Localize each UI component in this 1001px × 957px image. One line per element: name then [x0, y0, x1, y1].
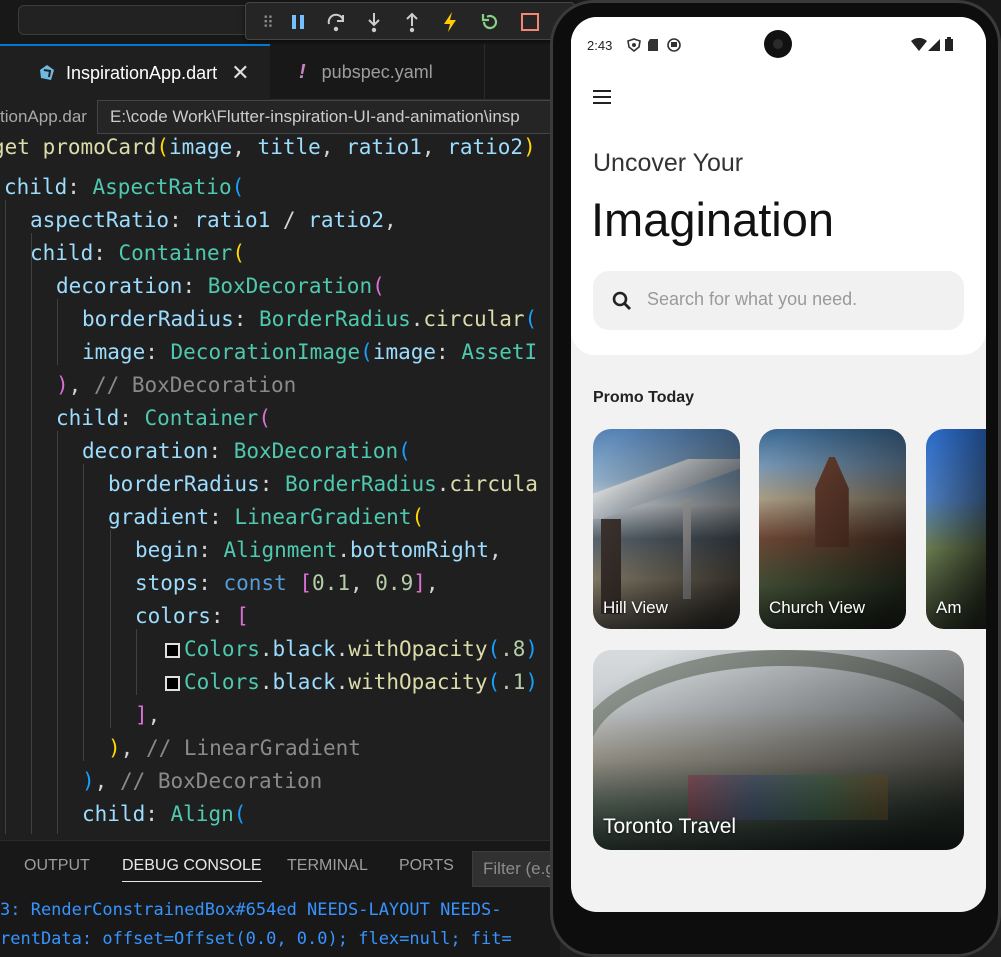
- promo-card-hill-view[interactable]: Hill View: [593, 429, 740, 629]
- code-line: get promoCard(image, title, ratio1, rati…: [0, 135, 536, 159]
- step-into-icon[interactable]: [360, 8, 388, 36]
- indent-guide: [5, 200, 6, 834]
- tab-debug-console[interactable]: DEBUG CONSOLE: [122, 857, 262, 882]
- console-line: 3: RenderConstrainedBox#654ed NEEDS-LAYO…: [0, 900, 502, 920]
- tab-label: pubspec.yaml: [321, 61, 433, 82]
- panel-tab-bar: OUTPUT DEBUG CONSOLE TERMINAL PORTS Filt…: [0, 840, 572, 896]
- card-label: Toronto Travel: [603, 815, 737, 838]
- battery-icon: [945, 37, 953, 51]
- tab-inspirationapp-dart[interactable]: InspirationApp.dart ✕: [0, 44, 270, 100]
- code-line: aspectRatio: ratio1 / ratio2,: [30, 208, 397, 232]
- indent-guide: [57, 299, 58, 365]
- close-icon[interactable]: ✕: [231, 60, 249, 86]
- card-label: Am: [936, 598, 962, 617]
- command-center[interactable]: [18, 5, 258, 35]
- code-line: child: Align(: [82, 802, 247, 826]
- code-line: colors: [: [135, 604, 249, 628]
- code-line: gradient: LinearGradient(: [108, 505, 425, 529]
- code-line: ), // BoxDecoration: [82, 769, 323, 793]
- code-line: child: AspectRatio(: [4, 175, 245, 199]
- tab-ports[interactable]: PORTS: [399, 857, 454, 875]
- hot-reload-icon[interactable]: [436, 8, 464, 36]
- code-line: decoration: BoxDecoration(: [82, 439, 411, 463]
- code-line: borderRadius: BorderRadius.circular(: [82, 307, 538, 331]
- promo-card-toronto-travel[interactable]: Toronto Travel: [593, 650, 964, 850]
- yaml-file-icon: !: [299, 60, 306, 83]
- code-line: ), // BoxDecoration: [56, 373, 297, 397]
- debug-console-output: 3: RenderConstrainedBox#654ed NEEDS-LAYO…: [0, 896, 560, 957]
- code-line: begin: Alignment.bottomRight,: [135, 538, 502, 562]
- code-line: image: DecorationImage(image: AssetI: [82, 340, 538, 364]
- tab-pubspec-yaml[interactable]: ! pubspec.yaml: [275, 44, 485, 100]
- code-line: ],: [135, 703, 161, 727]
- breadcrumb-file[interactable]: tionApp.dar: [0, 107, 87, 127]
- card-label: Hill View: [603, 598, 668, 617]
- code-editor[interactable]: get promoCard(image, title, ratio1, rati…: [0, 134, 560, 834]
- code-line: Colors.black.withOpacity(.1): [165, 666, 538, 699]
- page-subtitle: Uncover Your: [593, 149, 744, 177]
- code-line: child: Container(: [30, 241, 245, 265]
- color-swatch[interactable]: [165, 643, 180, 658]
- tab-label: InspirationApp.dart: [66, 62, 218, 83]
- shield-icon: [627, 38, 641, 52]
- wifi-icon: [911, 38, 927, 51]
- indent-guide: [57, 431, 58, 834]
- indent-guide: [31, 233, 32, 834]
- indent-guide: [110, 530, 111, 728]
- phone-screen: 2:43 Uncover Your Imagination Search for…: [571, 17, 986, 912]
- color-swatch[interactable]: [165, 676, 180, 691]
- console-line: rentData: offset=Offset(0.0, 0.0); flex=…: [0, 929, 512, 949]
- code-line: Colors.black.withOpacity(.8): [165, 633, 538, 666]
- indent-guide: [136, 629, 137, 695]
- status-time: 2:43: [587, 38, 613, 53]
- code-line: child: Container(: [56, 406, 271, 430]
- file-path-tooltip: E:\code Work\Flutter-inspiration-UI-and-…: [97, 100, 567, 134]
- search-placeholder: Search for what you need.: [647, 289, 858, 309]
- section-title: Promo Today: [593, 389, 695, 406]
- promo-card-am[interactable]: Am: [926, 429, 986, 629]
- stop-icon[interactable]: [516, 8, 544, 36]
- dart-file-icon: [40, 65, 54, 80]
- card-label: Church View: [769, 598, 866, 617]
- code-line: borderRadius: BorderRadius.circula: [108, 472, 538, 496]
- phone-emulator: 2:43 Uncover Your Imagination Search for…: [550, 0, 1001, 957]
- app-notification-icon: [667, 38, 681, 52]
- code-line: decoration: BoxDecoration(: [56, 274, 385, 298]
- sd-card-icon: [648, 39, 658, 51]
- front-camera: [764, 30, 792, 58]
- step-out-icon[interactable]: [398, 8, 426, 36]
- search-input[interactable]: Search for what you need.: [593, 271, 964, 330]
- code-line: stops: const [0.1, 0.9],: [135, 571, 439, 595]
- step-over-icon[interactable]: [322, 8, 350, 36]
- drag-handle-icon[interactable]: ⠿: [254, 8, 282, 36]
- page-title: Imagination: [591, 193, 834, 246]
- signal-icon: [928, 39, 940, 51]
- indent-guide: [83, 464, 84, 761]
- debug-toolbar: ⠿: [245, 2, 575, 40]
- pause-icon[interactable]: [284, 8, 312, 36]
- tab-terminal[interactable]: TERMINAL: [287, 857, 368, 875]
- restart-icon[interactable]: [476, 8, 504, 36]
- status-bar: 2:43: [571, 17, 986, 73]
- tab-output[interactable]: OUTPUT: [24, 857, 90, 875]
- menu-icon[interactable]: [593, 90, 611, 104]
- code-line: ), // LinearGradient: [108, 736, 361, 760]
- search-icon: [612, 291, 631, 310]
- promo-card-church-view[interactable]: Church View: [759, 429, 906, 629]
